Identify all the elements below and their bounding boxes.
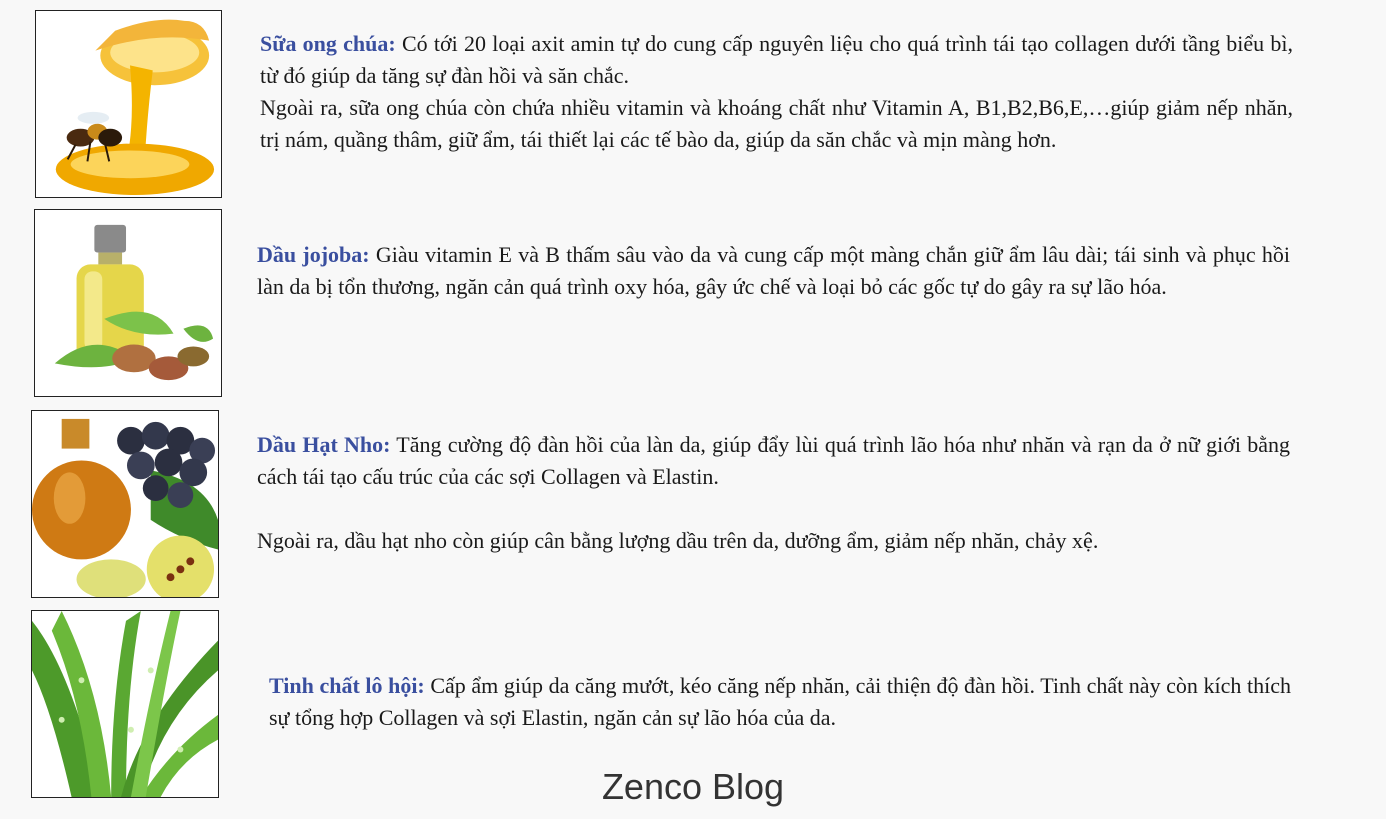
grape-seed-oil-title: Dầu Hạt Nho: [257, 432, 391, 457]
jojoba-oil-image [34, 209, 222, 397]
royal-jelly-title: Sữa ong chúa: [260, 31, 396, 56]
grape-seed-oil-image [31, 410, 219, 598]
jojoba-oil-text: Dầu jojoba: Giàu vitamin E và B thấm sâu… [257, 239, 1290, 303]
royal-jelly-paragraph-1: Có tới 20 loại axit amin tự do cung cấp … [260, 31, 1294, 88]
jojoba-oil-bottle-icon [35, 210, 221, 396]
aloe-vera-title: Tinh chất lô hội: [269, 673, 425, 698]
jojoba-oil-title: Dầu jojoba: [257, 242, 370, 267]
jojoba-oil-paragraph-1: Giàu vitamin E và B thấm sâu vào da và c… [257, 242, 1290, 299]
aloe-vera-text: Tinh chất lô hội: Cấp ẩm giúp da căng mư… [269, 670, 1291, 734]
grape-seed-oil-paragraph-1: Tăng cường độ đàn hồi của làn da, giúp đ… [257, 432, 1290, 489]
royal-jelly-image [35, 10, 222, 198]
watermark: Zenco Blog [601, 766, 785, 807]
royal-jelly-honey-bee-icon [36, 11, 221, 197]
grape-seed-oil-text: Dầu Hạt Nho: Tăng cường độ đàn hồi của l… [257, 429, 1290, 557]
grape-seed-oil-paragraph-2: Ngoài ra, dầu hạt nho còn giúp cân bằng … [257, 528, 1099, 553]
grape-seed-oil-icon [32, 411, 218, 597]
royal-jelly-paragraph-2: Ngoài ra, sữa ong chúa còn chứa nhiều vi… [260, 95, 1293, 152]
royal-jelly-text: Sữa ong chúa: Có tới 20 loại axit amin t… [260, 28, 1293, 156]
